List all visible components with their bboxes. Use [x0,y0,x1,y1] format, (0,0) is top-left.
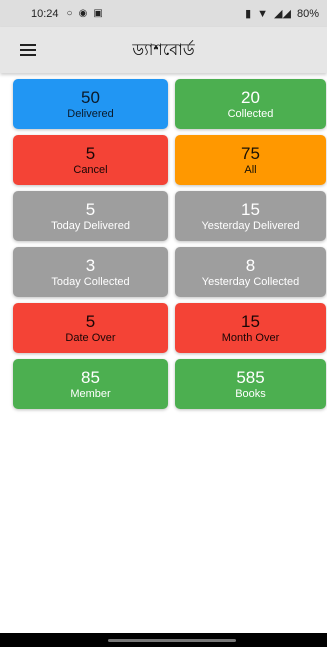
card-label: Yesterday Delivered [201,219,300,232]
card-value: 20 [241,87,260,107]
card-label: Date Over [65,331,116,344]
card-cancel[interactable]: 5 Cancel [13,135,168,185]
card-yesterday-delivered[interactable]: 15 Yesterday Delivered [175,191,326,241]
card-value: 50 [81,87,100,107]
status-bar: 10:24 ○ ◉ ▣ ▮ ▼ ◢◢ 80% [0,0,327,27]
card-collected[interactable]: 20 Collected [175,79,326,129]
card-today-delivered[interactable]: 5 Today Delivered [13,191,168,241]
hamburger-menu-icon [20,44,36,56]
card-label: Month Over [221,331,280,344]
card-value: 3 [85,255,96,275]
card-value: 5 [85,143,96,163]
card-value: 8 [245,255,256,275]
card-month-over[interactable]: 15 Month Over [175,303,326,353]
battery-level: 80% [296,7,319,20]
card-value: 585 [236,367,265,387]
card-all[interactable]: 75 All [175,135,326,185]
card-value: 5 [85,199,96,219]
card-value: 15 [241,199,260,219]
card-today-collected[interactable]: 3 Today Collected [13,247,168,297]
card-member[interactable]: 85 Member [13,359,168,409]
signal-icon: ◢◢ [274,8,291,20]
card-label: All [244,163,257,176]
card-label: Collected [227,107,274,120]
menu-button[interactable] [0,27,56,73]
home-gesture-handle[interactable] [108,639,236,642]
card-yesterday-collected[interactable]: 8 Yesterday Collected [175,247,326,297]
card-value: 5 [85,311,96,331]
circle-notification-icon: ○ [66,7,73,19]
card-value: 15 [241,311,260,331]
messenger-notification-icon: ◉ [78,7,88,19]
status-time: 10:24 [31,7,59,20]
status-right: ▮ ▼ ◢◢ 80% [245,7,319,21]
card-label: Today Collected [51,275,130,288]
card-label: Cancel [73,163,108,176]
card-label: Today Delivered [51,219,130,232]
card-delivered[interactable]: 50 Delivered [13,79,168,129]
card-date-over[interactable]: 5 Date Over [13,303,168,353]
navigation-bar [0,633,327,647]
dashboard-grid: 50 Delivered 20 Collected 5 Cancel 75 Al… [13,79,327,409]
card-label: Member [70,387,111,400]
card-label: Yesterday Collected [201,275,300,288]
image-notification-icon: ▣ [93,7,103,19]
card-books[interactable]: 585 Books [175,359,326,409]
vibrate-icon: ▮ [245,8,252,20]
wifi-icon: ▼ [257,7,269,20]
card-label: Books [235,387,266,400]
card-value: 85 [81,367,100,387]
card-label: Delivered [67,107,114,120]
card-value: 75 [241,143,260,163]
app-bar: ড্যাশবোর্ড [0,27,327,73]
